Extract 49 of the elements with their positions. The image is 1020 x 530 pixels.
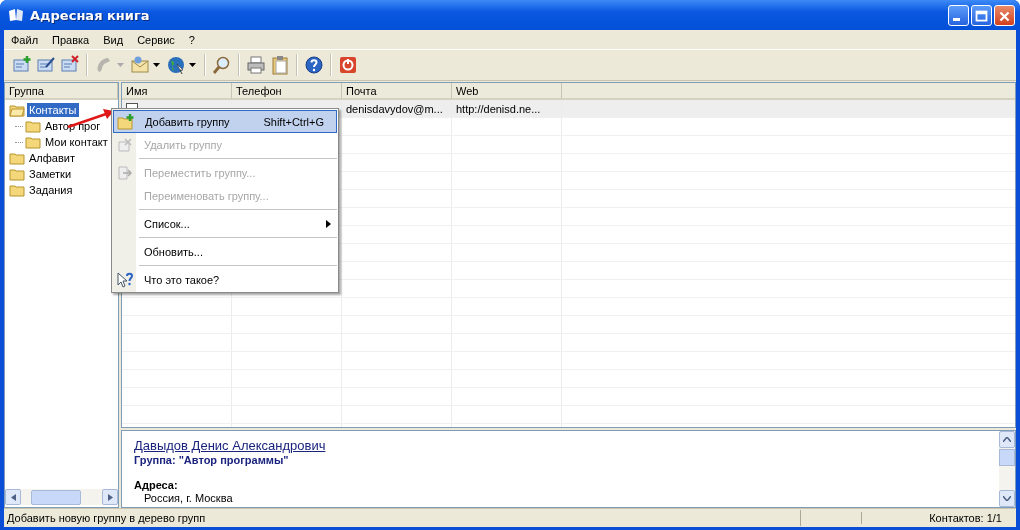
tree-item[interactable]: Мои контакт (43, 135, 110, 149)
group-label: Группа: "Автор программы" (134, 453, 290, 467)
left-arrow-icon (10, 493, 16, 501)
horizontal-scrollbar[interactable] (5, 489, 118, 505)
menu-item[interactable]: Добавить группу Shift+Ctrl+G (113, 110, 337, 133)
menu-item[interactable]: Обновить... (113, 240, 337, 263)
menu-item[interactable]: Правка (47, 33, 99, 46)
folder-icon (25, 119, 41, 133)
column-header[interactable]: Web (452, 83, 562, 100)
tree-item[interactable]: Задания (27, 183, 75, 197)
status-message: Добавить новую группу в дерево групп (6, 512, 207, 524)
menu-item[interactable]: Файл (6, 33, 48, 46)
column-header[interactable]: Имя (122, 83, 232, 100)
close-button[interactable] (994, 4, 1015, 26)
submenu-arrow-icon (326, 219, 331, 228)
address-text: Россия, г. Москва (143, 492, 234, 504)
right-arrow-icon (107, 493, 113, 501)
scroll-thumb[interactable] (999, 449, 1015, 466)
tree-item[interactable]: Контакты (27, 103, 79, 117)
contact-name-link[interactable]: Давыдов Денис Александрович (134, 438, 326, 453)
folder-add-icon (117, 113, 135, 130)
help-cursor-icon (116, 270, 134, 289)
column-header[interactable]: Телефон (232, 83, 342, 100)
column-header[interactable]: Группа (5, 83, 118, 100)
menu-item[interactable]: Сервис (132, 33, 184, 46)
menu-item[interactable]: Что это такое? (113, 268, 337, 291)
scroll-thumb[interactable] (31, 489, 81, 505)
table-cell: denisdavydov@m... (346, 102, 443, 115)
folder-icon (25, 135, 41, 149)
minimize-button[interactable] (948, 4, 969, 26)
table-cell: http://denisd.ne... (456, 102, 541, 115)
folder-icon (9, 167, 25, 181)
menu-item[interactable]: Список... (113, 212, 337, 235)
book-icon (8, 8, 24, 22)
folder-icon (9, 183, 25, 197)
tree-item[interactable]: Заметки (27, 167, 74, 181)
window-title: Адресная книга (30, 7, 150, 23)
minimize-icon (953, 17, 960, 21)
move-icon (117, 164, 133, 181)
menu-item[interactable]: ? (183, 33, 204, 46)
delete-icon (117, 136, 133, 153)
section-heading: Адреса: (134, 478, 179, 492)
tree-item[interactable]: Алфавит (27, 151, 77, 165)
contact-count: Контактов: 1/1 (861, 512, 1016, 524)
vertical-scrollbar[interactable] (999, 431, 1015, 507)
column-header[interactable]: Почта (342, 83, 452, 100)
folder-icon (9, 151, 25, 165)
menu-item[interactable]: Вид (98, 33, 133, 46)
maximize-button[interactable] (971, 4, 992, 26)
